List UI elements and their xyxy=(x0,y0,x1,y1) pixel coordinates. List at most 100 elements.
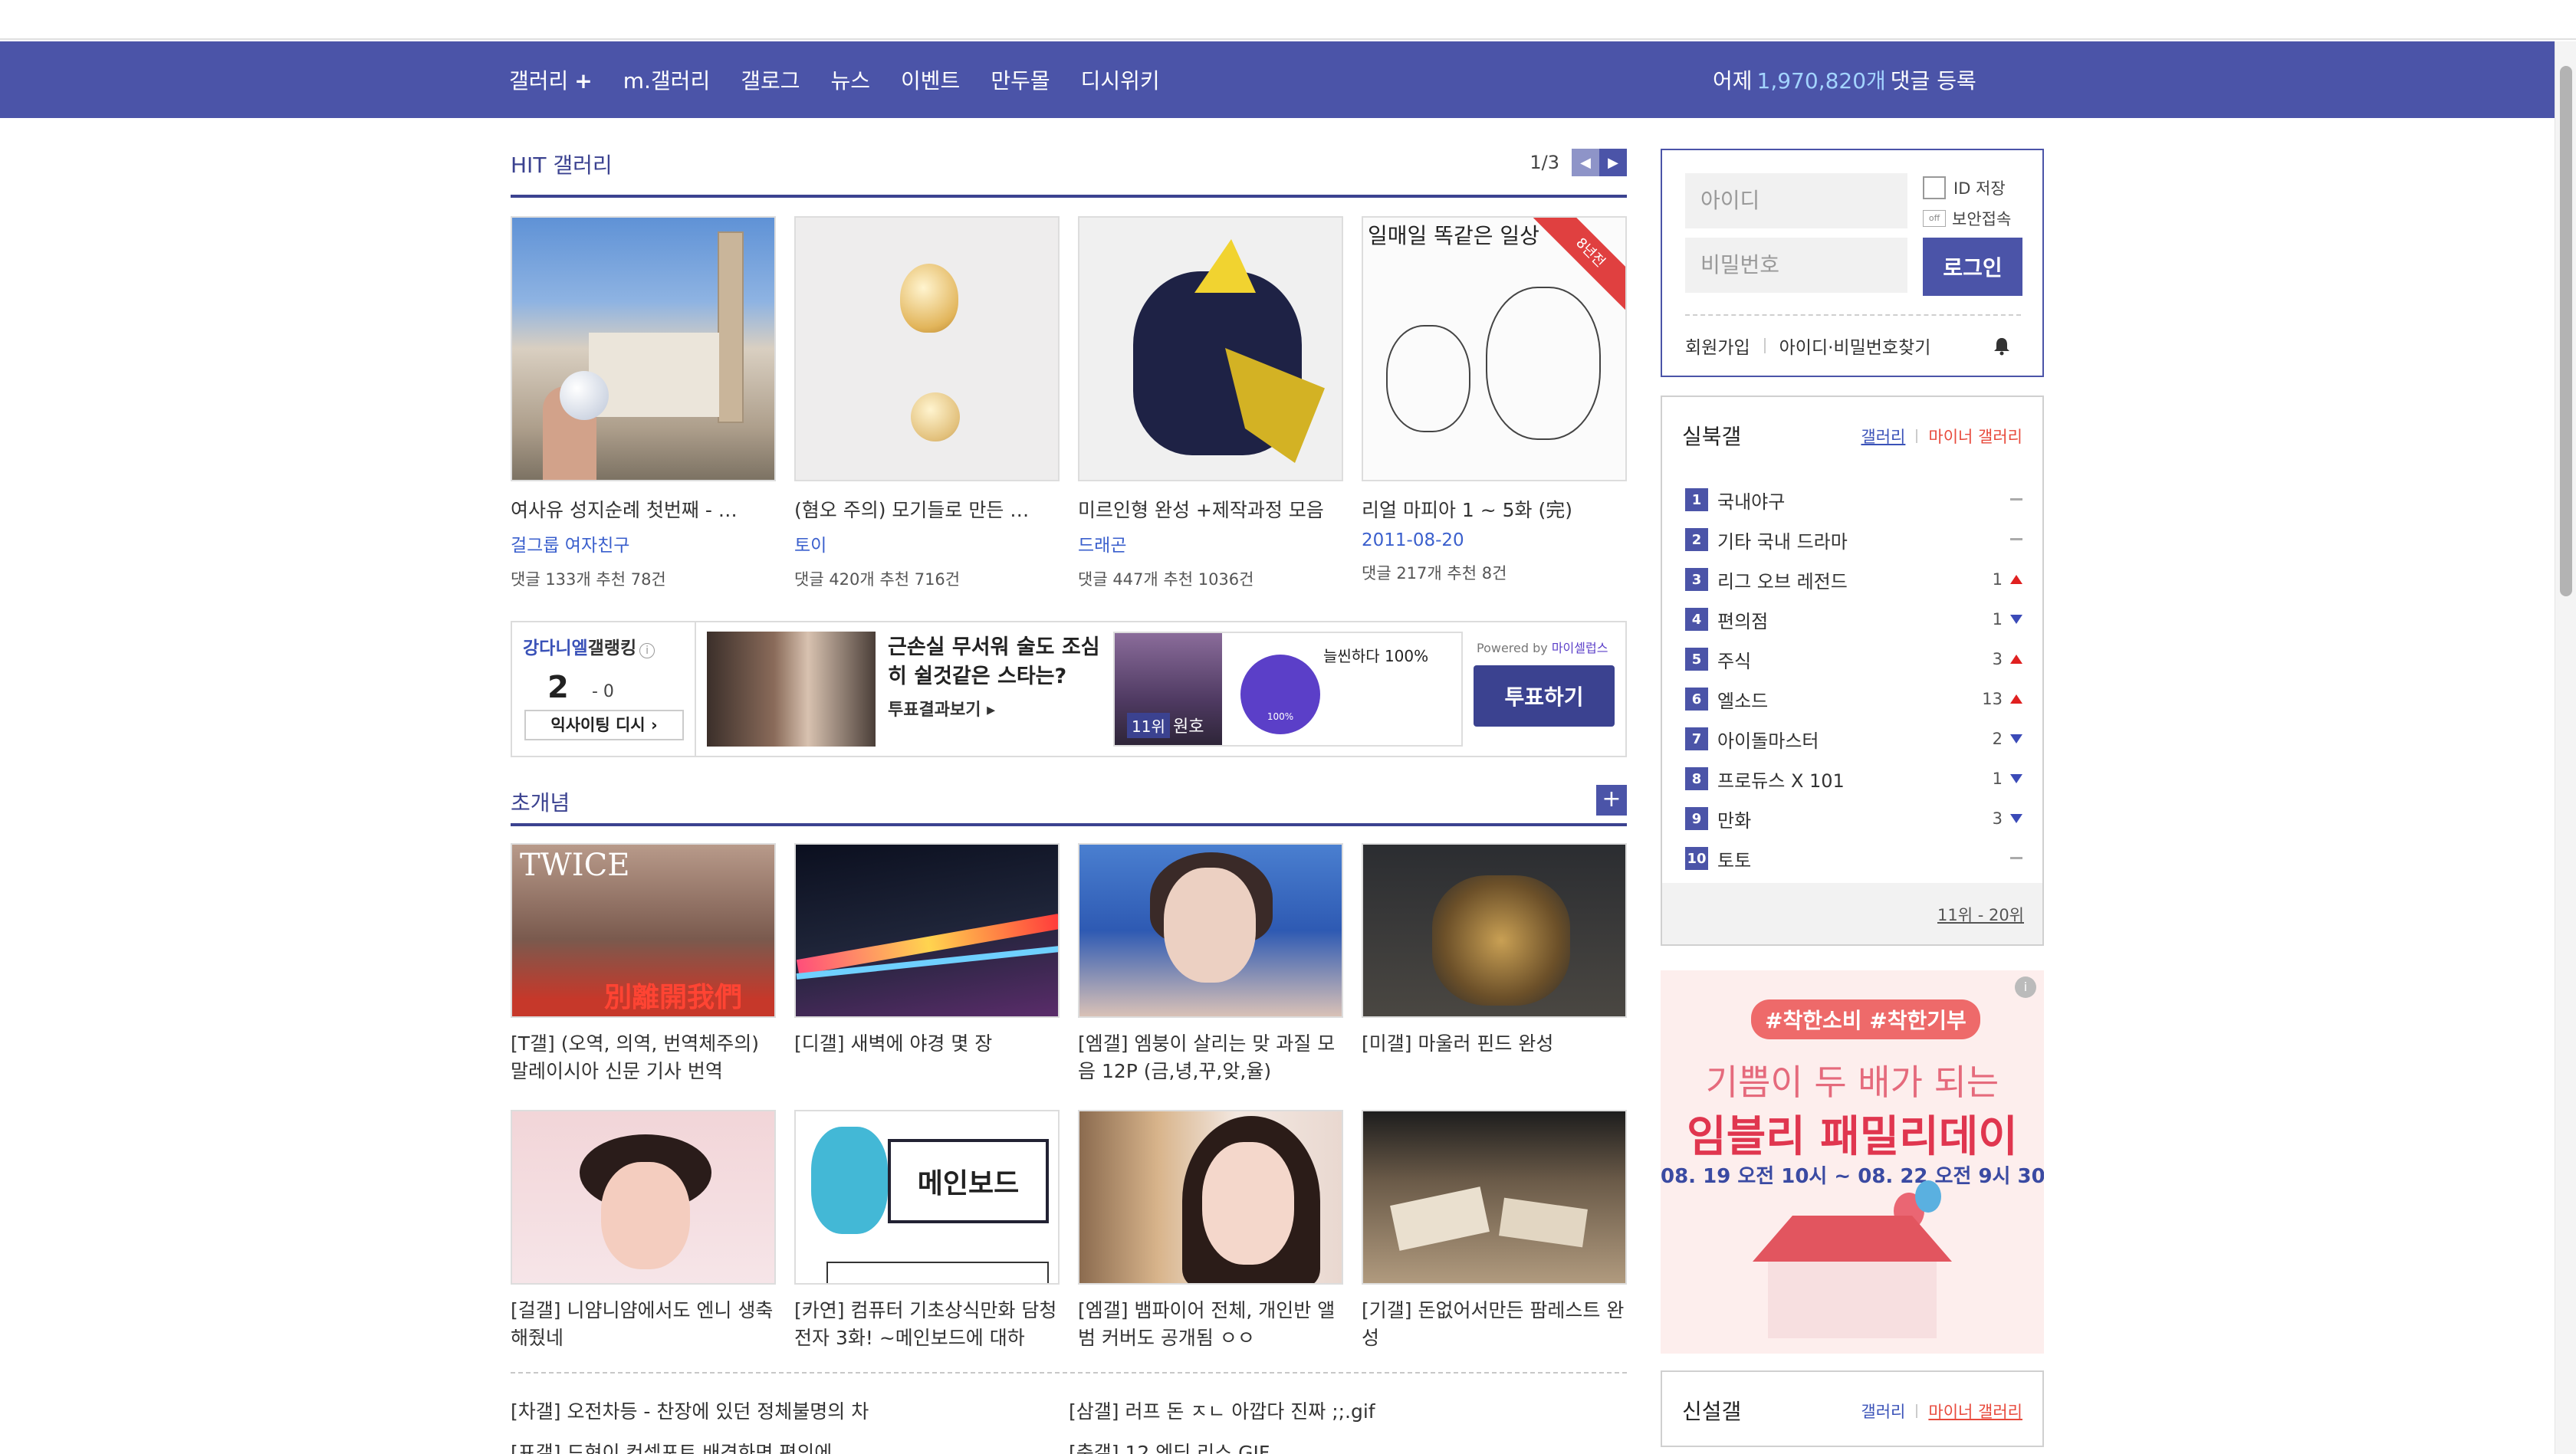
id-input[interactable]: 아이디 xyxy=(1685,173,1907,228)
toggle-off-badge[interactable]: off xyxy=(1923,210,1946,227)
list-item[interactable]: [삼갤] 러프 돈 ㅈㄴ 아깝다 진짜 ;;.gif xyxy=(1069,1397,1627,1424)
concept-card[interactable]: [미갤] 마울러 핀드 완성 xyxy=(1362,843,1627,1085)
concept-thumbnail[interactable]: 메인보드 xyxy=(794,1110,1060,1285)
tab-minor-gallery[interactable]: 마이너 갤러리 xyxy=(1928,425,2022,448)
hit-card[interactable]: 미르인형 완성 +제작과정 모음 드래곤 댓글 447개 추천 1036건 xyxy=(1078,216,1343,590)
tab-gallery[interactable]: 갤러리 xyxy=(1861,425,1905,448)
ranking-item[interactable]: 1 국내야구 xyxy=(1685,480,2022,520)
tab-gallery[interactable]: 갤러리 xyxy=(1861,1400,1905,1423)
ranking-item-name[interactable]: 주식 xyxy=(1717,646,1751,673)
list-item[interactable]: [차갤] 오전차등 - 찬장에 있던 정체불명의 차 xyxy=(511,1397,1069,1424)
vote-button[interactable]: 투표하기 xyxy=(1474,665,1615,727)
checkbox-box[interactable] xyxy=(1923,176,1946,199)
list-item[interactable]: [표갤] 드현이 컨셉포트 배경화면 편의에 xyxy=(511,1438,1069,1454)
ranking-item[interactable]: 9 만화 3 xyxy=(1685,799,2022,839)
concept-title[interactable]: 초개념 xyxy=(511,786,570,817)
ranking-item-name[interactable]: 아이돌마스터 xyxy=(1717,726,1819,753)
ranking-item-name[interactable]: 만화 xyxy=(1717,806,1751,832)
pager-next-button[interactable]: ▶ xyxy=(1599,149,1627,176)
hit-card-title[interactable]: 여사유 성지순례 첫번째 - … xyxy=(511,495,776,523)
concept-card[interactable]: [엠갤] 엠붕이 살리는 맞 과질 모음 12P (금,녕,꾸,앚,율) xyxy=(1078,843,1343,1085)
concept-thumbnail[interactable]: TWICE 別離開我們 xyxy=(511,843,776,1018)
nav-item-gallery[interactable]: 갤러리 + xyxy=(509,64,593,95)
ranking-item-name[interactable]: 기타 국내 드라마 xyxy=(1717,527,1848,553)
concept-card-title[interactable]: [디갤] 새벽에 야경 몇 장 xyxy=(794,1030,1060,1085)
ranking-item-name[interactable]: 국내야구 xyxy=(1717,487,1785,514)
save-id-checkbox[interactable]: ID 저장 xyxy=(1923,176,2006,199)
pager-prev-button[interactable]: ◀ xyxy=(1572,149,1599,176)
hit-thumbnail-comic[interactable]: 일매일 똑같은 일상 8년전 xyxy=(1362,216,1627,481)
find-account-link[interactable]: 아이디·비밀번호찾기 xyxy=(1779,333,1931,359)
concept-card[interactable]: TWICE 別離開我們 [T갤] (오역, 의역, 번역체주의) 말레이시아 신… xyxy=(511,843,776,1085)
concept-card[interactable]: [걸갤] 니얌니얌에서도 엔니 생축해줬네 xyxy=(511,1110,776,1352)
vote-result-link[interactable]: 투표결과보기 ▸ xyxy=(888,696,995,720)
ranking-item-name[interactable]: 엘소드 xyxy=(1717,686,1768,713)
concept-card-title[interactable]: [기갤] 돈없어서만든 팜레스트 완성 xyxy=(1362,1297,1627,1352)
ranking-more-link[interactable]: 11위 - 20위 xyxy=(1937,903,2024,926)
hit-card[interactable]: (혐오 주의) 모기들로 만든 … 토이 댓글 420개 추천 716건 xyxy=(794,216,1060,590)
ranking-item[interactable]: 7 아이돌마스터 2 xyxy=(1685,719,2022,759)
nav-item-mgallery[interactable]: m.갤러리 xyxy=(623,64,710,95)
powered-by-brand[interactable]: 마이셀럽스 xyxy=(1552,641,1608,655)
concept-more-button[interactable]: + xyxy=(1596,785,1627,816)
secure-login-toggle[interactable]: off 보안접속 xyxy=(1923,207,2011,230)
rank-gallery-button[interactable]: 익사이팅 디시 › xyxy=(524,710,684,740)
ranking-item[interactable]: 8 프로듀스 X 101 1 xyxy=(1685,759,2022,799)
hit-card-title[interactable]: (혐오 주의) 모기들로 만든 … xyxy=(794,495,1060,523)
concept-card-title[interactable]: [T갤] (오역, 의역, 번역체주의) 말레이시아 신문 기사 번역 xyxy=(511,1030,776,1085)
hit-card-gallery[interactable]: 드래곤 xyxy=(1078,530,1343,556)
nav-item-gallog[interactable]: 갤로그 xyxy=(741,64,800,95)
ranking-item-name[interactable]: 토토 xyxy=(1717,845,1751,872)
hit-thumbnail-dragon[interactable] xyxy=(1078,216,1343,481)
hit-card-gallery[interactable]: 토이 xyxy=(794,530,1060,556)
ranking-item[interactable]: 10 토토 xyxy=(1685,839,2022,878)
banner-photo[interactable] xyxy=(707,632,876,747)
hit-gallery-title[interactable]: HIT 갤러리 xyxy=(511,149,613,179)
concept-card[interactable]: [기갤] 돈없어서만든 팜레스트 완성 xyxy=(1362,1110,1627,1352)
ranking-item-name[interactable]: 리그 오브 레전드 xyxy=(1717,566,1848,593)
bell-icon[interactable] xyxy=(1992,336,2012,356)
hit-card-title[interactable]: 미르인형 완성 +제작과정 모음 xyxy=(1078,495,1343,523)
ranking-item[interactable]: 3 리그 오브 레전드 1 xyxy=(1685,560,2022,599)
concept-card-title[interactable]: [걸갤] 니얌니얌에서도 엔니 생축해줬네 xyxy=(511,1297,776,1352)
ranking-item-name[interactable]: 프로듀스 X 101 xyxy=(1717,766,1845,793)
ad-banner[interactable]: i #착한소비 #착한기부 기쁨이 두 배가 되는 임블리 패밀리데이 08. … xyxy=(1661,970,2044,1354)
hit-card-title[interactable]: 리얼 마피아 1 ~ 5화 (完) xyxy=(1362,495,1627,523)
login-button[interactable]: 로그인 xyxy=(1923,238,2022,296)
ranking-item[interactable]: 2 기타 국내 드라마 xyxy=(1685,520,2022,560)
hit-card[interactable]: 여사유 성지순례 첫번째 - … 걸그룹 여자친구 댓글 133개 추천 78건 xyxy=(511,216,776,590)
info-icon[interactable]: i xyxy=(639,643,656,658)
ranking-item-name[interactable]: 편의점 xyxy=(1717,606,1768,633)
concept-card[interactable]: [디갤] 새벽에 야경 몇 장 xyxy=(794,843,1060,1085)
hit-card-gallery[interactable]: 걸그룹 여자친구 xyxy=(511,530,776,556)
concept-card-title[interactable]: [엠갤] 엠붕이 살리는 맞 과질 모음 12P (금,녕,꾸,앚,율) xyxy=(1078,1030,1343,1085)
vote-headline[interactable]: 근손실 무서워 술도 조심히 쉴것같은 스타는? xyxy=(888,633,1118,691)
password-input[interactable]: 비밀번호 xyxy=(1685,238,1907,293)
concept-thumbnail[interactable] xyxy=(794,843,1060,1018)
concept-thumbnail[interactable] xyxy=(1362,843,1627,1018)
list-item[interactable]: [축갤] 12 엔딩 리스 GIF xyxy=(1069,1438,1627,1454)
scrollbar-thumb[interactable] xyxy=(2560,66,2572,596)
hit-thumbnail-plaza[interactable] xyxy=(511,216,776,481)
concept-card[interactable]: 메인보드 [카연] 컴퓨터 기초상식만화 담청전자 3화! ~메인보드에 대하 xyxy=(794,1110,1060,1352)
hit-card-gallery[interactable]: 2011-08-20 xyxy=(1362,530,1627,550)
concept-card-title[interactable]: [카연] 컴퓨터 기초상식만화 담청전자 3화! ~메인보드에 대하 xyxy=(794,1297,1060,1352)
nav-item-wiki[interactable]: 디시위키 xyxy=(1081,64,1160,95)
concept-thumbnail[interactable] xyxy=(1078,843,1343,1018)
concept-card[interactable]: [엠갤] 뱀파이어 전체, 개인반 앨범 커버도 공개됨 ㅇㅇ xyxy=(1078,1110,1343,1352)
ranking-item[interactable]: 4 편의점 1 xyxy=(1685,599,2022,639)
concept-thumbnail[interactable] xyxy=(511,1110,776,1285)
signup-link[interactable]: 회원가입 xyxy=(1685,333,1750,359)
ranking-item[interactable]: 6 엘소드 13 xyxy=(1685,679,2022,719)
ranking-item[interactable]: 5 주식 3 xyxy=(1685,639,2022,679)
nav-item-mall[interactable]: 만두몰 xyxy=(991,64,1050,95)
hit-card[interactable]: 일매일 똑같은 일상 8년전 리얼 마피아 1 ~ 5화 (完) 2011-08… xyxy=(1362,216,1627,590)
nav-item-event[interactable]: 이벤트 xyxy=(901,64,960,95)
hit-thumbnail-pendant[interactable] xyxy=(794,216,1060,481)
page-scrollbar[interactable] xyxy=(2555,41,2576,1454)
info-icon[interactable]: i xyxy=(2015,976,2036,998)
concept-thumbnail[interactable] xyxy=(1078,1110,1343,1285)
concept-thumbnail[interactable] xyxy=(1362,1110,1627,1285)
tab-minor-gallery[interactable]: 마이너 갤러리 xyxy=(1928,1400,2022,1423)
vote-candidate-card[interactable]: 11위 원호 100% 늘씬하다 100% xyxy=(1113,632,1463,747)
